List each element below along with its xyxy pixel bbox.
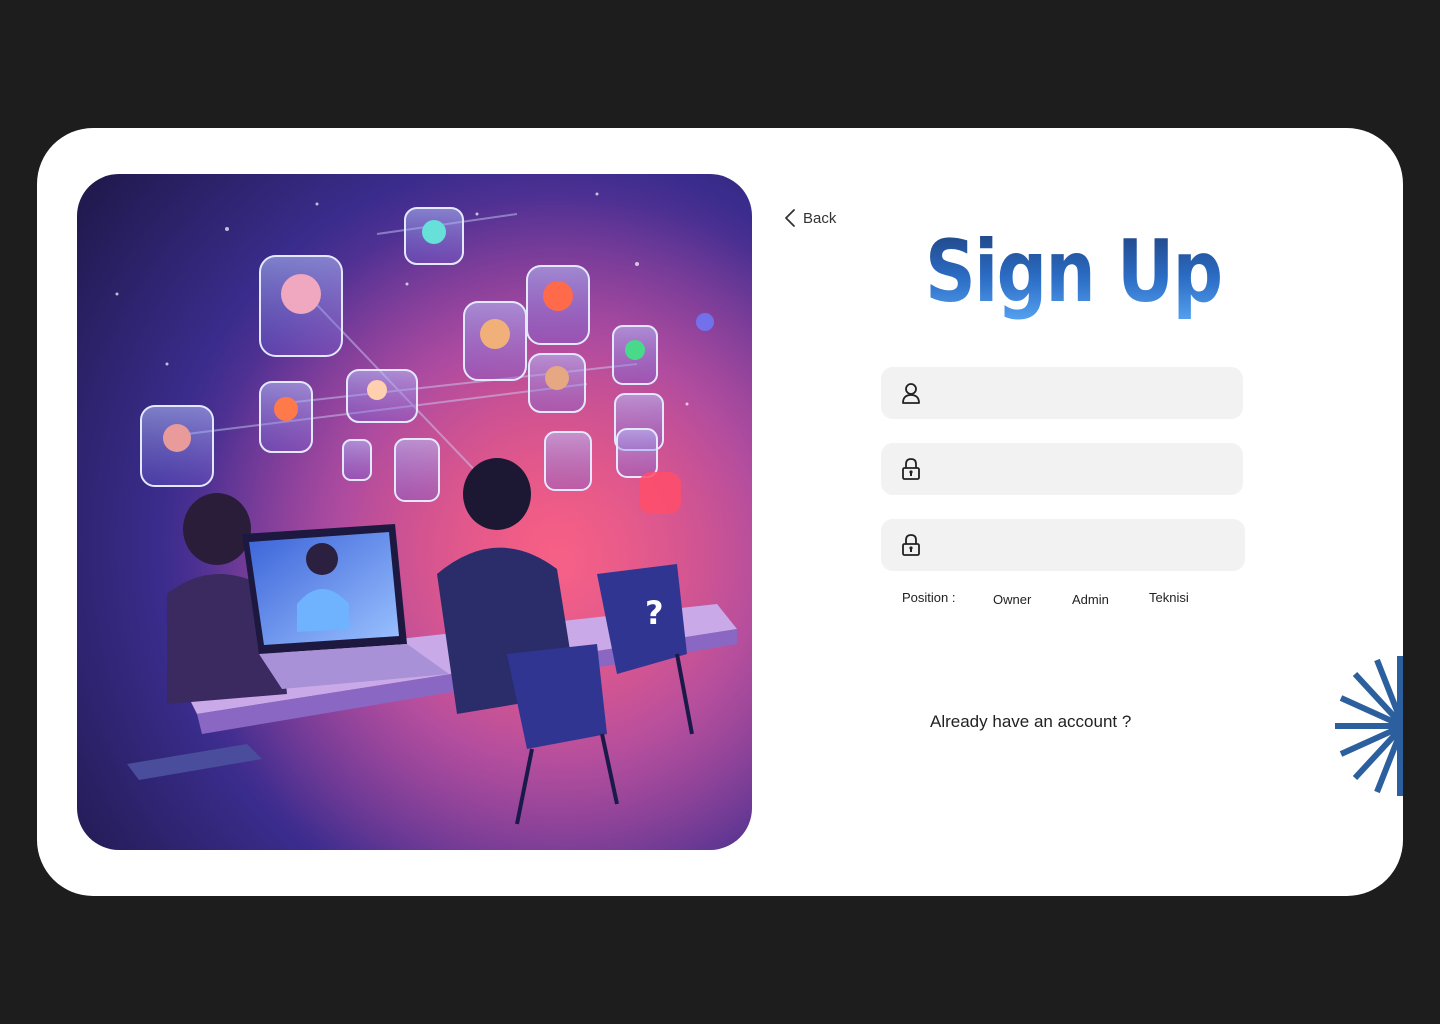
lock-icon: [902, 458, 920, 480]
position-option-teknisi[interactable]: Teknisi: [1149, 590, 1189, 605]
sunburst-icon: [1335, 656, 1403, 796]
back-link[interactable]: Back: [783, 208, 836, 228]
username-field[interactable]: [881, 367, 1243, 419]
hero-illustration: ?: [77, 174, 752, 850]
position-label: Position :: [902, 590, 956, 605]
position-option-owner[interactable]: Owner: [993, 592, 1031, 607]
confirm-password-input[interactable]: [921, 519, 1245, 571]
username-input[interactable]: [921, 367, 1243, 419]
chevron-left-icon: [785, 209, 795, 227]
position-option-admin[interactable]: Admin: [1072, 592, 1109, 607]
svg-text:?: ?: [645, 594, 664, 632]
lock-icon: [902, 534, 920, 556]
already-have-account-link[interactable]: Already have an account ?: [930, 712, 1131, 732]
password-input[interactable]: [921, 443, 1243, 495]
password-field[interactable]: [881, 443, 1243, 495]
user-icon: [902, 383, 920, 404]
back-label: Back: [803, 209, 837, 227]
confirm-password-field[interactable]: [881, 519, 1245, 571]
page-title: Sign Up: [925, 222, 1223, 322]
signup-card: ? Back Sign Up Position: Owner Admin Te…: [37, 128, 1403, 896]
